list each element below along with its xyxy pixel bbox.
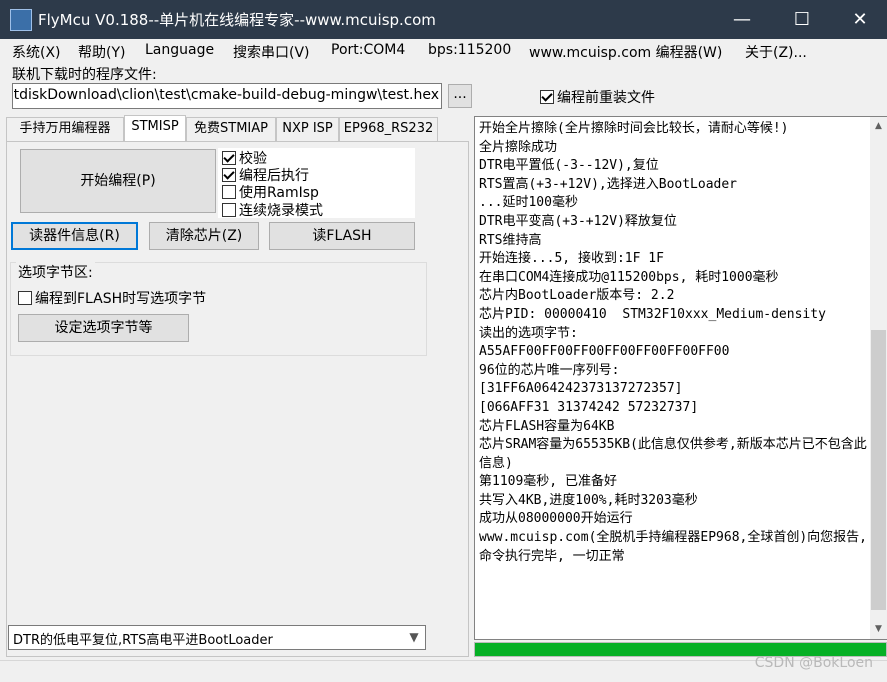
option-bytes-group-label: 选项字节区:	[16, 262, 95, 282]
use-ramisp-checkbox[interactable]: 使用RamIsp	[222, 182, 319, 202]
menu-search-port[interactable]: 搜索串口(V)	[233, 42, 310, 62]
watermark: CSDN @BokLoen	[754, 655, 873, 671]
program-file-path-input[interactable]: I:\BaiduNetdiskDownload\clion\test\cmake…	[12, 83, 442, 109]
read-flash-button[interactable]: 读FLASH	[269, 222, 415, 250]
tab-nxp-isp[interactable]: NXP ISP	[276, 117, 339, 141]
menu-port[interactable]: Port:COM4	[331, 42, 405, 58]
minimize-button[interactable]: —	[713, 0, 771, 39]
erase-chip-button[interactable]: 清除芯片(Z)	[149, 222, 259, 250]
menu-help[interactable]: 帮助(Y)	[78, 42, 125, 62]
use-ramisp-label: 使用RamIsp	[239, 185, 319, 201]
program-file-label: 联机下载时的程序文件:	[12, 67, 157, 83]
checkbox-icon	[18, 291, 32, 305]
chevron-down-icon[interactable]: ▼	[404, 628, 424, 648]
title-bar: FlyMcu V0.188--单片机在线编程专家--www.mcuisp.com…	[0, 0, 887, 39]
window-title: FlyMcu V0.188--单片机在线编程专家--www.mcuisp.com	[38, 11, 436, 29]
menu-language[interactable]: Language	[145, 42, 214, 58]
checkbox-icon	[222, 203, 236, 217]
continuous-mode-label: 连续烧录模式	[239, 203, 323, 219]
menu-bps[interactable]: bps:115200	[428, 42, 511, 58]
start-program-button[interactable]: 开始编程(P)	[20, 149, 216, 213]
continuous-mode-checkbox[interactable]: 连续烧录模式	[222, 200, 323, 220]
reset-mode-select[interactable]: DTR的低电平复位,RTS高电平进BootLoader	[8, 625, 426, 650]
app-icon	[10, 9, 32, 31]
scroll-down-icon[interactable]: ▼	[871, 622, 886, 637]
checkbox-icon	[540, 90, 554, 104]
menu-about[interactable]: 关于(Z)...	[745, 42, 807, 62]
tab-stmisp[interactable]: STMISP	[124, 115, 186, 142]
log-text: 开始全片擦除(全片擦除时间会比较长，请耐心等候!) 全片擦除成功 DTR电平置低…	[479, 121, 868, 564]
reload-label: 编程前重装文件	[557, 90, 655, 106]
checkbox-icon	[222, 168, 236, 182]
checkbox-icon	[222, 151, 236, 165]
set-option-bytes-button[interactable]: 设定选项字节等	[18, 314, 189, 342]
maximize-button[interactable]: ☐	[773, 0, 831, 39]
checkbox-icon	[222, 185, 236, 199]
scroll-up-icon[interactable]: ▲	[871, 119, 886, 134]
close-button[interactable]: ✕	[831, 0, 887, 39]
tab-handheld-programmer[interactable]: 手持万用编程器	[6, 117, 124, 141]
write-option-bytes-label: 编程到FLASH时写选项字节	[35, 291, 207, 307]
write-option-bytes-checkbox[interactable]: 编程到FLASH时写选项字节	[18, 288, 206, 308]
menu-system[interactable]: 系统(X)	[12, 42, 61, 62]
menu-bar: 系统(X) 帮助(Y) Language 搜索串口(V) Port:COM4 b…	[0, 39, 887, 64]
browse-button[interactable]: ...	[448, 84, 472, 108]
tab-ep968[interactable]: EP968_RS232	[339, 117, 438, 141]
reload-before-program-checkbox[interactable]: 编程前重装文件	[540, 87, 655, 107]
read-device-info-button[interactable]: 读器件信息(R)	[11, 222, 138, 250]
tab-free-stmiap[interactable]: 免费STMIAP	[186, 117, 276, 141]
menu-programmer[interactable]: www.mcuisp.com 编程器(W)	[529, 42, 722, 62]
scroll-thumb[interactable]	[871, 330, 886, 610]
